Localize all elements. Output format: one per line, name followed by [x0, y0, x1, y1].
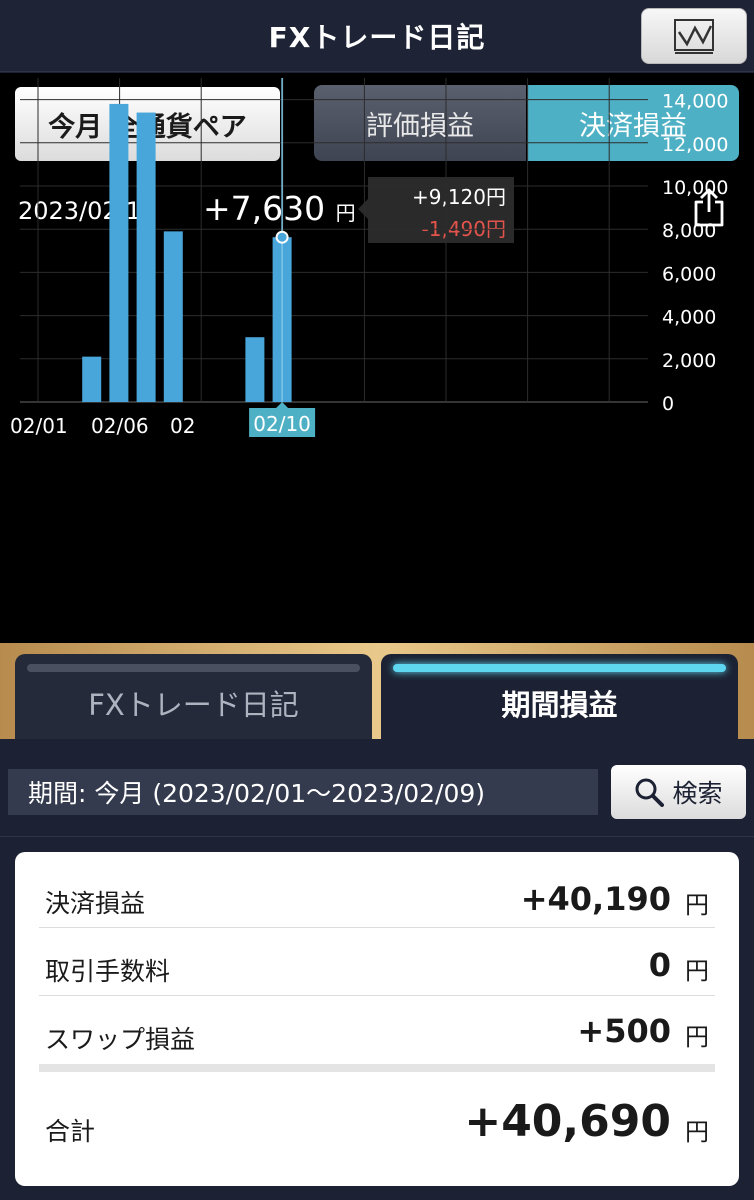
- y-tick-label: 6,000: [662, 263, 716, 285]
- search-button[interactable]: 検索: [611, 765, 746, 819]
- selection-marker: [275, 230, 289, 244]
- x-tick-label: 02: [170, 414, 195, 438]
- y-tick-label: 0: [662, 393, 674, 415]
- bar: [245, 337, 265, 402]
- y-tick-label: 8,000: [662, 220, 716, 242]
- y-tick-label: 14,000: [662, 91, 728, 113]
- x-tick-label: 02/01: [10, 414, 68, 438]
- tab-indicator-active: [393, 664, 726, 672]
- summary-row: スワップ損益 +500 円: [45, 1012, 709, 1054]
- selected-date-label: 02/10: [253, 412, 311, 436]
- selected-date-pointer: [276, 402, 289, 408]
- chart-icon: [674, 19, 714, 54]
- chart-panel: 今月 全通貨ペア 評価損益 決済損益 2023/02/10 +7,630 円 +…: [0, 73, 754, 643]
- bar: [136, 112, 156, 402]
- search-label: 検索: [672, 779, 723, 808]
- summary-total-row: 合計 +40,690 円: [45, 1096, 709, 1147]
- summary-row: 決済損益 +40,190 円: [39, 860, 715, 928]
- y-tick-label: 12,000: [662, 134, 728, 156]
- search-icon: [635, 778, 665, 807]
- tab-period-pnl[interactable]: 期間損益: [381, 654, 738, 739]
- divider: [39, 1064, 715, 1072]
- y-tick-label: 2,000: [662, 350, 716, 372]
- pnl-bar-chart: 14,000 12,000 10,000 8,000 6,000 4,000 2,000 0 0…: [10, 78, 728, 438]
- y-tick-label: 10,000: [662, 177, 728, 199]
- summary-card: 決済損益 +40,190 円 取引手数料 0 円 スワップ損益 +500 円 合…: [15, 852, 739, 1186]
- period-field[interactable]: 期間: 今月 (2023/02/01～2023/02/09): [8, 769, 598, 815]
- bar: [163, 231, 183, 402]
- x-tick-label: 02/06: [91, 414, 149, 438]
- tab-bar: FXトレード日記 期間損益: [0, 643, 754, 739]
- app-header: FXトレード日記: [0, 0, 754, 72]
- y-tick-label: 4,000: [662, 307, 716, 329]
- bar: [109, 103, 129, 403]
- tab-trade-diary[interactable]: FXトレード日記: [15, 654, 372, 739]
- period-filter-row: 期間: 今月 (2023/02/01～2023/02/09) 検索: [0, 739, 754, 837]
- chart-view-button[interactable]: [641, 8, 747, 64]
- summary-row: 取引手数料 0 円: [39, 928, 715, 996]
- tab-indicator: [27, 664, 360, 672]
- bar: [82, 356, 102, 402]
